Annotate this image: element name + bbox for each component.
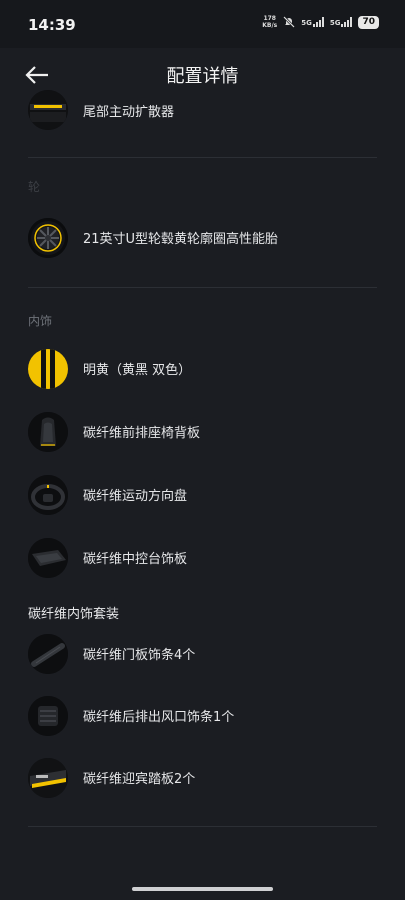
list-item: 碳纤维门板饰条4个 [0, 632, 405, 676]
divider [28, 157, 377, 158]
signal-1-icon: 5G [301, 17, 324, 27]
yellow-black-swatch-icon [28, 349, 68, 389]
section-header-interior: 内饰 [28, 314, 53, 328]
item-label: 碳纤维运动方向盘 [83, 489, 188, 504]
section-header-faded: 轮 [28, 180, 41, 194]
battery-icon: 70 [358, 15, 379, 29]
item-label: 碳纤维后排出风口饰条1个 [83, 710, 235, 725]
item-label: 碳纤维迎宾踏板2个 [83, 772, 196, 787]
network-speed: 178 KB/s [262, 15, 278, 29]
list-item: 碳纤维中控台饰板 [0, 536, 405, 580]
item-label: 碳纤维门板饰条4个 [83, 648, 196, 663]
seat-back-thumbnail [28, 412, 68, 452]
item-label: 明黄（黄黑 双色） [83, 363, 192, 378]
console-trim-thumbnail [28, 538, 68, 578]
list-item: 碳纤维后排出风口饰条1个 [0, 694, 405, 738]
door-trim-thumbnail [28, 634, 68, 674]
home-indicator[interactable] [132, 887, 273, 891]
divider [28, 287, 377, 288]
section-header-carbon-kit: 碳纤维内饰套装 [28, 607, 120, 622]
list-item: 碳纤维前排座椅背板 [0, 410, 405, 454]
divider [28, 826, 377, 827]
rear-vent-thumbnail [28, 696, 68, 736]
door-sill-thumbnail [28, 758, 68, 798]
item-label: 21英寸U型轮毂黄轮廓圈高性能胎 [83, 232, 279, 247]
status-bar: 14:39 178 KB/s 5G 5G 70 [0, 0, 405, 48]
list-item: 碳纤维迎宾踏板2个 [0, 756, 405, 800]
signal-2-icon: 5G [330, 17, 353, 27]
page-title: 配置详情 [166, 66, 239, 87]
wheel-thumbnail [28, 218, 68, 258]
rear-diffuser-thumbnail [28, 90, 68, 130]
list-item: 21英寸U型轮毂黄轮廓圈高性能胎 [0, 216, 405, 260]
list-item: 碳纤维运动方向盘 [0, 473, 405, 517]
list-item: 明黄（黄黑 双色） [0, 347, 405, 391]
status-time: 14:39 [28, 16, 76, 34]
item-label: 碳纤维中控台饰板 [83, 552, 188, 567]
mute-bell-icon [283, 16, 296, 28]
item-label: 尾部主动扩散器 [83, 105, 175, 120]
status-icons: 178 KB/s 5G 5G 70 [262, 15, 379, 29]
item-label: 碳纤维前排座椅背板 [83, 426, 201, 441]
list-item: 尾部主动扩散器 [0, 88, 405, 132]
steering-wheel-thumbnail [28, 475, 68, 515]
